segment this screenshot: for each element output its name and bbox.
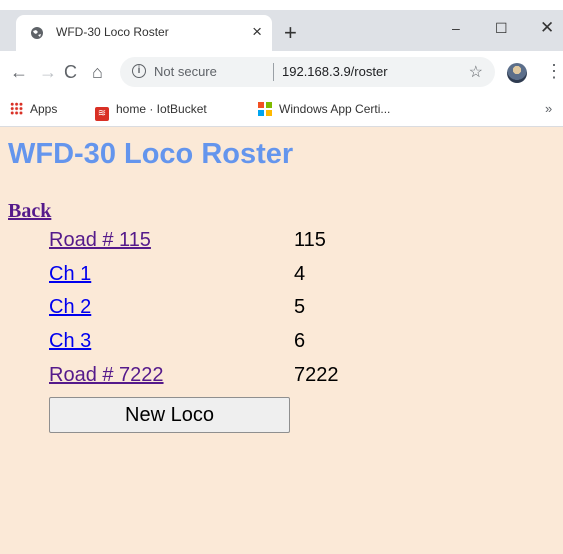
loco-link[interactable]: Road # 7222 — [49, 364, 164, 387]
bookmark-home-iotbucket[interactable]: ≋ home · IotBucket — [95, 102, 207, 121]
apps-grid-icon — [10, 102, 23, 115]
globe-icon — [31, 27, 43, 39]
bookmark-windows-app-cert[interactable]: Windows App Certi... — [258, 102, 390, 116]
loco-link[interactable]: Ch 1 — [49, 263, 91, 286]
address-toolbar: ← → C ⌂ i Not secure 192.168.3.9/roster … — [0, 51, 563, 93]
reload-icon[interactable]: C — [64, 61, 77, 83]
loco-number: 7222 — [294, 364, 339, 386]
loco-number: 6 — [294, 330, 306, 352]
bookmark-label: home · IotBucket — [116, 102, 207, 116]
loco-link[interactable]: Ch 2 — [49, 296, 91, 319]
page-content: WFD-30 Loco Roster Back Road # 115 115 C… — [0, 127, 563, 554]
page-title: WFD-30 Loco Roster — [8, 138, 294, 170]
window-top-edge — [0, 0, 563, 10]
bookmark-label: Windows App Certi... — [279, 102, 391, 116]
tab-title: WFD-30 Loco Roster — [56, 25, 169, 39]
url-text[interactable]: 192.168.3.9/roster — [282, 64, 388, 79]
back-link[interactable]: Back — [8, 200, 51, 223]
bookmark-star-icon[interactable]: ☆ — [469, 62, 483, 82]
address-bar[interactable]: i Not secure 192.168.3.9/roster ☆ — [120, 57, 495, 87]
bookmarks-bar: Apps ≋ home · IotBucket Windows App Certi… — [0, 93, 563, 127]
back-arrow-icon[interactable]: ← — [10, 61, 28, 83]
new-loco-button[interactable]: New Loco — [49, 397, 290, 433]
bookmarks-overflow-icon[interactable]: » — [545, 101, 552, 116]
roster-row: Road # 7222 7222 — [49, 364, 449, 392]
security-label: Not secure — [154, 64, 217, 79]
close-window-icon[interactable]: ✕ — [540, 18, 554, 38]
loco-number: 5 — [294, 296, 306, 318]
loco-link[interactable]: Ch 3 — [49, 330, 91, 353]
maximize-icon[interactable]: ☐ — [495, 18, 508, 38]
forward-arrow-icon[interactable]: → — [39, 61, 57, 83]
roster-row: Ch 3 6 — [49, 330, 449, 358]
tab-bar: WFD-30 Loco Roster × + – ☐ ✕ — [0, 10, 563, 51]
bookmark-label: Apps — [30, 102, 58, 116]
rss-icon: ≋ — [95, 107, 109, 121]
menu-dots-icon[interactable]: ⋮ — [545, 60, 563, 82]
home-icon[interactable]: ⌂ — [92, 61, 103, 83]
info-icon[interactable]: i — [132, 64, 146, 78]
roster-row: Road # 115 115 — [49, 229, 449, 257]
omnibox-divider — [273, 63, 274, 81]
roster-row: Ch 1 4 — [49, 263, 449, 291]
loco-number: 4 — [294, 263, 306, 285]
bookmark-apps[interactable]: Apps — [10, 102, 57, 116]
profile-avatar[interactable] — [507, 63, 527, 83]
minimize-icon[interactable]: – — [452, 18, 460, 38]
browser-tab[interactable]: WFD-30 Loco Roster × — [16, 15, 272, 51]
new-tab-icon[interactable]: + — [284, 22, 297, 44]
tab-close-icon[interactable]: × — [252, 22, 262, 42]
roster-row: Ch 2 5 — [49, 296, 449, 324]
windows-logo-icon — [258, 102, 272, 116]
loco-number: 115 — [294, 229, 326, 251]
loco-link[interactable]: Road # 115 — [49, 229, 151, 252]
